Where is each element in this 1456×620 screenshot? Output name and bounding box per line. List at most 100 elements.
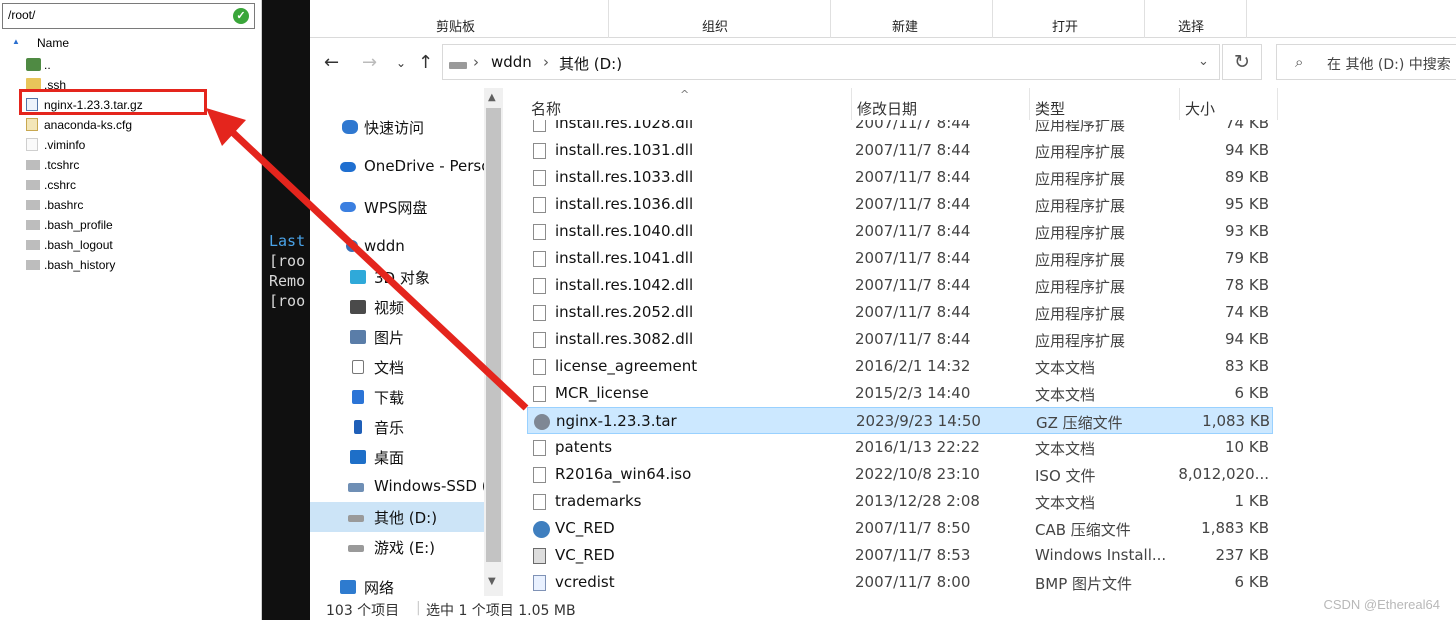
- nav-item-label: 网络: [364, 579, 395, 597]
- file-row[interactable]: R2016a_win64.iso 2022/10/8 23:10 ISO 文件 8,0…: [527, 461, 1273, 488]
- scrollbar-thumb[interactable]: [486, 108, 501, 562]
- ribbon-group-new[interactable]: 新建: [892, 16, 918, 35]
- column-header: ^ 名称 修改日期 类型 大小: [525, 88, 1285, 120]
- nav-item-videos[interactable]: 视频: [310, 292, 484, 322]
- nav-pane-scrollbar[interactable]: ▲ ▼: [484, 88, 503, 596]
- nav-item-quick-access[interactable]: 快速访问: [310, 112, 484, 142]
- file-size: 6 KB: [1234, 573, 1269, 591]
- file-row[interactable]: install.res.2052.dll 2007/11/7 8:44 应用程序扩展…: [527, 299, 1273, 326]
- download-icon: [352, 390, 364, 404]
- terminal-window[interactable]: Last [roo Remo [roo: [262, 0, 310, 620]
- file-row[interactable]: trademarks 2013/12/28 2:08 文本文档 1 KB: [527, 488, 1273, 515]
- nav-item-desktop[interactable]: 桌面: [310, 442, 484, 472]
- user-icon: [346, 240, 358, 252]
- file-row[interactable]: install.res.1042.dll 2007/11/7 8:44 应用程序扩展…: [527, 272, 1273, 299]
- chevron-right-icon[interactable]: ›: [543, 53, 549, 71]
- file-row[interactable]: vcredist 2007/11/7 8:00 BMP 图片文件 6 KB: [527, 569, 1273, 596]
- nav-item-music[interactable]: 音乐: [310, 412, 484, 442]
- file-name: install.res.2052.dll: [555, 303, 694, 321]
- recent-locations-chevron-icon[interactable]: ⌄: [396, 56, 406, 70]
- up-arrow-icon[interactable]: ↑: [418, 52, 433, 73]
- file-icon: [26, 180, 40, 190]
- file-row[interactable]: VC_RED 2007/11/7 8:50 CAB 压缩文件 1,883 KB: [527, 515, 1273, 542]
- column-name[interactable]: 名称: [531, 98, 561, 119]
- nav-item-drive-d[interactable]: 其他 (D:): [310, 502, 484, 532]
- sftp-item-label: ..: [44, 58, 51, 72]
- nav-item-3d-objects[interactable]: 3D 对象: [310, 262, 484, 292]
- ribbon-group-organize[interactable]: 组织: [702, 16, 728, 35]
- chevron-down-icon[interactable]: ⌄: [1198, 54, 1209, 69]
- file-row[interactable]: license_agreement 2016/2/1 14:32 文本文档 83 KB: [527, 353, 1273, 380]
- sftp-column-header[interactable]: ▲ Name: [0, 33, 258, 53]
- file-row[interactable]: install.res.1040.dll 2007/11/7 8:44 应用程序扩展…: [527, 218, 1273, 245]
- file-type: 应用程序扩展: [1035, 170, 1126, 188]
- chevron-right-icon[interactable]: ›: [473, 53, 479, 71]
- nav-item-label: 视频: [374, 299, 405, 317]
- ribbon-group-select[interactable]: 选择: [1178, 16, 1204, 35]
- sftp-item[interactable]: .viminfo: [26, 135, 246, 155]
- nav-item-documents[interactable]: 文档: [310, 352, 484, 382]
- sftp-item[interactable]: .cshrc: [26, 175, 246, 195]
- file-row[interactable]: install.res.3082.dll 2007/11/7 8:44 应用程序扩展…: [527, 326, 1273, 353]
- breadcrumb-segment[interactable]: 其他 (D:): [559, 53, 622, 74]
- sftp-item[interactable]: ..: [26, 55, 246, 75]
- file-row[interactable]: nginx-1.23.3.tar 2023/9/23 14:50 GZ 压缩文件 1,…: [527, 407, 1273, 434]
- highlight-box: [19, 89, 207, 115]
- nav-item-pictures[interactable]: 图片: [310, 322, 484, 352]
- sftp-item[interactable]: .bashrc: [26, 195, 246, 215]
- nav-item-downloads[interactable]: 下载: [310, 382, 484, 412]
- sftp-item[interactable]: .bash_history: [26, 255, 246, 275]
- column-separator[interactable]: [1277, 88, 1278, 120]
- scroll-up-icon[interactable]: ▲: [488, 92, 496, 103]
- nav-item-label: Windows-SSD (: [374, 477, 484, 495]
- desktop-icon: [350, 450, 366, 464]
- breadcrumb-segment[interactable]: wddn: [491, 53, 532, 71]
- file-name: VC_RED: [555, 519, 615, 537]
- refresh-button[interactable]: ↻: [1222, 44, 1262, 80]
- file-name: patents: [555, 438, 613, 456]
- file-row[interactable]: install.res.1033.dll 2007/11/7 8:44 应用程序扩展…: [527, 164, 1273, 191]
- file-row[interactable]: VC_RED 2007/11/7 8:53 Windows Install... 23…: [527, 542, 1273, 569]
- nav-item-label: wddn: [364, 237, 405, 255]
- search-box[interactable]: ⌕ 在 其他 (D:) 中搜索: [1276, 44, 1456, 80]
- file-row[interactable]: install.res.1036.dll 2007/11/7 8:44 应用程序扩展…: [527, 191, 1273, 218]
- ribbon-group-clipboard[interactable]: 剪贴板: [436, 16, 475, 35]
- column-separator[interactable]: [1029, 88, 1030, 120]
- dll-file-icon: [533, 278, 546, 294]
- file-date: 2007/11/7 8:44: [855, 222, 971, 240]
- file-row[interactable]: patents 2016/1/13 22:22 文本文档 10 KB: [527, 434, 1273, 461]
- nav-item-wddn[interactable]: wddn: [310, 232, 484, 262]
- address-bar[interactable]: › wddn › 其他 (D:) ⌄: [442, 44, 1220, 80]
- scroll-down-icon[interactable]: ▼: [488, 576, 496, 587]
- column-date[interactable]: 修改日期: [857, 98, 917, 119]
- sftp-item[interactable]: anaconda-ks.cfg: [26, 115, 246, 135]
- file-row[interactable]: MCR_license 2015/2/3 14:40 文本文档 6 KB: [527, 380, 1273, 407]
- back-arrow-icon[interactable]: ←: [324, 52, 339, 73]
- navigation-bar: ← → ⌄ ↑ › wddn › 其他 (D:) ⌄ ↻ ⌕ 在 其他 (D:)…: [310, 38, 1456, 88]
- file-row[interactable]: install.res.1031.dll 2007/11/7 8:44 应用程序扩展…: [527, 137, 1273, 164]
- forward-arrow-icon[interactable]: →: [362, 52, 377, 73]
- sftp-item[interactable]: .bash_profile: [26, 215, 246, 235]
- sftp-file-panel: /root/ ✓ ▲ Name .. .ssh nginx-1.23.3.tar…: [0, 0, 262, 620]
- file-size: 78 KB: [1225, 276, 1269, 294]
- nav-item-onedrive[interactable]: OneDrive - Perso: [310, 152, 484, 182]
- sftp-item[interactable]: .tcshrc: [26, 155, 246, 175]
- column-separator[interactable]: [851, 88, 852, 120]
- column-size[interactable]: 大小: [1185, 98, 1215, 119]
- sftp-path-field[interactable]: /root/ ✓: [2, 3, 255, 29]
- nav-item-windows-ssd[interactable]: Windows-SSD (: [310, 472, 484, 502]
- nav-item-label: 文档: [374, 359, 405, 377]
- sftp-name-column[interactable]: Name: [37, 36, 69, 50]
- file-rows: install.res.1028.dll 2007/11/7 8:44 应用程序扩展…: [525, 120, 1285, 596]
- nav-item-wps[interactable]: WPS网盘: [310, 192, 484, 222]
- column-type[interactable]: 类型: [1035, 98, 1065, 119]
- check-icon[interactable]: ✓: [233, 8, 249, 24]
- folder-up-icon: [26, 58, 41, 71]
- sftp-item-label: .bash_history: [44, 258, 116, 272]
- star-icon: [342, 120, 358, 134]
- sftp-item[interactable]: .bash_logout: [26, 235, 246, 255]
- column-separator[interactable]: [1179, 88, 1180, 120]
- ribbon-group-open[interactable]: 打开: [1052, 16, 1078, 35]
- nav-item-drive-e[interactable]: 游戏 (E:): [310, 532, 484, 562]
- file-row[interactable]: install.res.1041.dll 2007/11/7 8:44 应用程序扩展…: [527, 245, 1273, 272]
